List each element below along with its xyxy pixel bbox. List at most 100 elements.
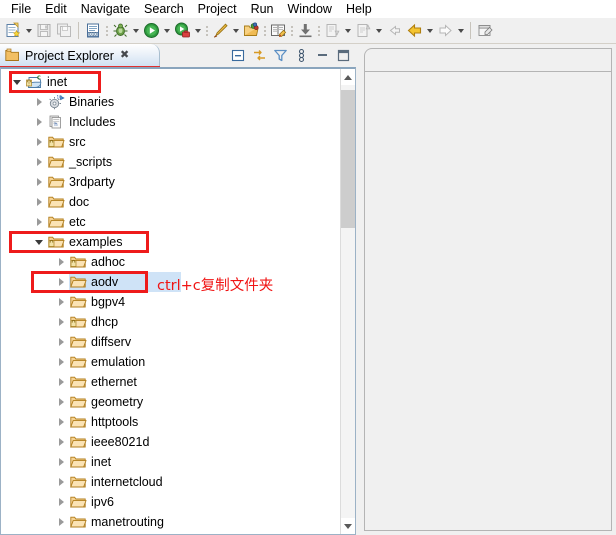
collapse-all-icon[interactable] [229, 46, 247, 64]
scroll-up-button[interactable] [341, 69, 355, 85]
chevron-right-icon[interactable] [31, 112, 47, 132]
tree-item-dhcp[interactable]: dhcp [1, 312, 341, 332]
build-icon[interactable]: 010 [83, 21, 103, 41]
project-tree-container: C! inet 10 Binaries h Includes src _scripts 3rdp… [0, 67, 356, 535]
chevron-right-icon[interactable] [53, 332, 69, 352]
tab-project-explorer[interactable]: Project Explorer ✖ [0, 44, 160, 67]
folder-icon [69, 473, 87, 491]
minimize-icon[interactable] [313, 46, 331, 64]
tree-item-label: diffserv [91, 335, 132, 349]
chevron-right-icon[interactable] [53, 412, 69, 432]
run-icon[interactable] [141, 21, 161, 41]
svg-text:!: ! [27, 82, 29, 88]
save-all-icon [54, 21, 74, 41]
folder-icon [69, 373, 87, 391]
chevron-right-icon[interactable] [31, 212, 47, 232]
new-wizard-icon[interactable] [3, 21, 23, 41]
chevron-right-icon[interactable] [53, 292, 69, 312]
tree-item-manetrouting[interactable]: manetrouting [1, 512, 341, 532]
copy-folder-annotation: ctrl+c复制文件夹 [157, 278, 274, 294]
tree-item-label: internetcloud [91, 475, 163, 489]
chevron-right-icon[interactable] [53, 472, 69, 492]
chevron-right-icon[interactable] [53, 432, 69, 452]
open-type-icon[interactable] [241, 21, 261, 41]
profile-dropdown-arrow[interactable] [192, 21, 203, 41]
chevron-down-icon[interactable] [9, 72, 25, 92]
close-icon[interactable]: ✖ [120, 50, 129, 61]
tree-item-3rdparty[interactable]: 3rdparty [1, 172, 341, 192]
chevron-right-icon[interactable] [31, 92, 47, 112]
run-dropdown-arrow[interactable] [161, 21, 172, 41]
forward-dropdown-arrow[interactable] [455, 21, 466, 41]
menu-item-edit[interactable]: Edit [38, 0, 74, 18]
tree-item-doc[interactable]: doc [1, 192, 341, 212]
menu-item-navigate[interactable]: Navigate [74, 0, 137, 18]
profile-icon[interactable] [172, 21, 192, 41]
editor-content[interactable] [364, 71, 612, 531]
tree-item-ethernet[interactable]: ethernet [1, 372, 341, 392]
new-wizard-dropdown-arrow[interactable] [23, 21, 34, 41]
chevron-right-icon[interactable] [53, 492, 69, 512]
tree-item-geometry[interactable]: geometry [1, 392, 341, 412]
folder-icon [69, 433, 87, 451]
tree-item-ieee8021d[interactable]: ieee8021d [1, 432, 341, 452]
external-tools-icon[interactable] [210, 21, 230, 41]
toolbar-separator-dots [288, 22, 295, 40]
tree-item-binaries[interactable]: 10 Binaries [1, 92, 341, 112]
menu-item-run[interactable]: Run [244, 0, 281, 18]
chevron-right-icon[interactable] [53, 392, 69, 412]
chevron-right-icon[interactable] [31, 132, 47, 152]
back-dropdown-arrow[interactable] [424, 21, 435, 41]
tab-label: Project Explorer [25, 48, 114, 63]
new-editor-icon[interactable] [475, 21, 495, 41]
back-navigation-icon[interactable] [404, 21, 424, 41]
tree-item-includes[interactable]: h Includes [1, 112, 341, 132]
chevron-right-icon[interactable] [31, 192, 47, 212]
view-filter-icon[interactable] [271, 46, 289, 64]
chevron-right-icon[interactable] [53, 312, 69, 332]
project-tree[interactable]: C! inet 10 Binaries h Includes src _scripts 3rdp… [1, 69, 341, 534]
chevron-right-icon[interactable] [31, 172, 47, 192]
chevron-right-icon[interactable] [53, 372, 69, 392]
tree-item-emulation[interactable]: emulation [1, 352, 341, 372]
tree-item-ipv6[interactable]: ipv6 [1, 492, 341, 512]
external-tools-dropdown-arrow[interactable] [230, 21, 241, 41]
scroll-down-button[interactable] [341, 518, 355, 534]
editor-tab-row[interactable] [364, 48, 612, 71]
maximize-icon[interactable] [334, 46, 352, 64]
chevron-down-icon[interactable] [31, 232, 47, 252]
chevron-right-icon[interactable] [53, 252, 69, 272]
chevron-right-icon[interactable] [53, 272, 69, 292]
tree-item-_scripts[interactable]: _scripts [1, 152, 341, 172]
scroll-thumb[interactable] [341, 90, 355, 228]
menu-item-file[interactable]: File [4, 0, 38, 18]
previous-annotation-dropdown-arrow[interactable] [373, 21, 384, 41]
tree-item-internetcloud[interactable]: internetcloud [1, 472, 341, 492]
folder-icon [47, 153, 65, 171]
view-menu-icon[interactable] [292, 46, 310, 64]
tree-item-inet[interactable]: inet [1, 452, 341, 472]
tree-item-adhoc[interactable]: adhoc [1, 252, 341, 272]
chevron-right-icon[interactable] [53, 452, 69, 472]
tree-item-diffserv[interactable]: diffserv [1, 332, 341, 352]
tree-item-etc[interactable]: etc [1, 212, 341, 232]
tree-item-bgpv4[interactable]: bgpv4 [1, 292, 341, 312]
tree-vertical-scrollbar[interactable] [340, 69, 355, 534]
menu-item-window[interactable]: Window [281, 0, 339, 18]
menu-item-help[interactable]: Help [339, 0, 379, 18]
import-icon[interactable] [295, 21, 315, 41]
next-annotation-dropdown-arrow[interactable] [342, 21, 353, 41]
tree-item-src[interactable]: src [1, 132, 341, 152]
menu-item-project[interactable]: Project [191, 0, 244, 18]
tree-item-httptools[interactable]: httptools [1, 412, 341, 432]
chevron-right-icon[interactable] [31, 152, 47, 172]
chevron-right-icon[interactable] [53, 352, 69, 372]
menu-item-search[interactable]: Search [137, 0, 191, 18]
debug-icon[interactable] [110, 21, 130, 41]
chevron-right-icon[interactable] [53, 512, 69, 532]
link-with-editor-icon[interactable] [250, 46, 268, 64]
tree-item-examples[interactable]: examples [1, 232, 341, 252]
open-task-icon[interactable] [268, 21, 288, 41]
debug-dropdown-arrow[interactable] [130, 21, 141, 41]
tree-item-inet[interactable]: C! inet [1, 72, 341, 92]
